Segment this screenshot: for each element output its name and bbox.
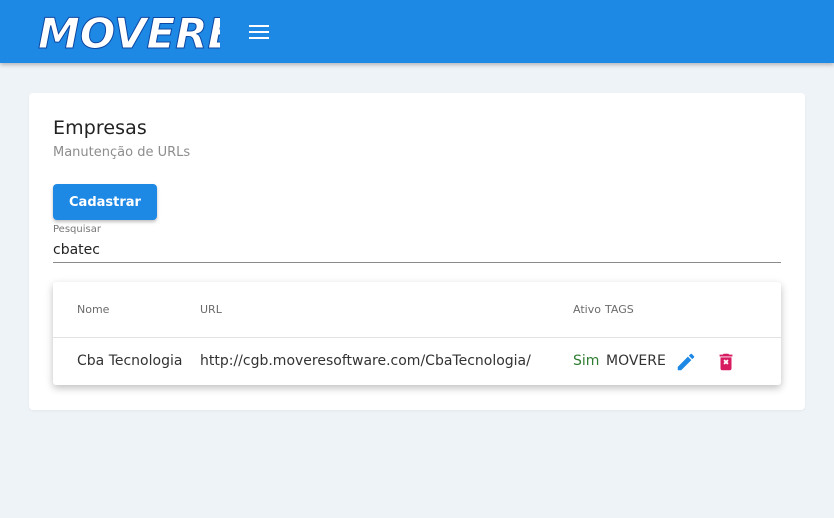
menu-button[interactable] <box>247 20 271 44</box>
header-divider <box>53 337 781 338</box>
cell-tags: MOVERE <box>606 353 666 369</box>
logo-text: MOVERE <box>38 9 220 58</box>
menu-icon <box>249 25 269 39</box>
column-header-name[interactable]: Nome <box>77 303 109 316</box>
top-app-bar: MOVERE <box>0 0 834 63</box>
pencil-icon <box>677 353 695 371</box>
page-subtitle: Manutenção de URLs <box>53 145 191 160</box>
page-title: Empresas <box>53 117 147 139</box>
column-header-active[interactable]: Ativo <box>573 303 601 316</box>
cell-url: http://cgb.moveresoftware.com/CbaTecnolo… <box>200 353 531 369</box>
companies-table: Nome URL Ativo TAGS Cba Tecnologia http:… <box>53 282 781 385</box>
cell-active: Sim <box>573 353 600 369</box>
edit-button[interactable] <box>675 351 697 373</box>
search-label: Pesquisar <box>53 224 101 235</box>
trash-icon <box>719 353 733 371</box>
search-input[interactable] <box>53 238 781 263</box>
register-button[interactable]: Cadastrar <box>53 184 157 220</box>
movere-logo[interactable]: MOVERE <box>36 6 221 59</box>
cell-name: Cba Tecnologia <box>77 353 183 369</box>
column-header-url[interactable]: URL <box>200 303 222 316</box>
column-header-tags[interactable]: TAGS <box>605 303 634 316</box>
delete-button[interactable] <box>715 351 737 373</box>
companies-card: Empresas Manutenção de URLs Cadastrar Pe… <box>29 93 805 410</box>
